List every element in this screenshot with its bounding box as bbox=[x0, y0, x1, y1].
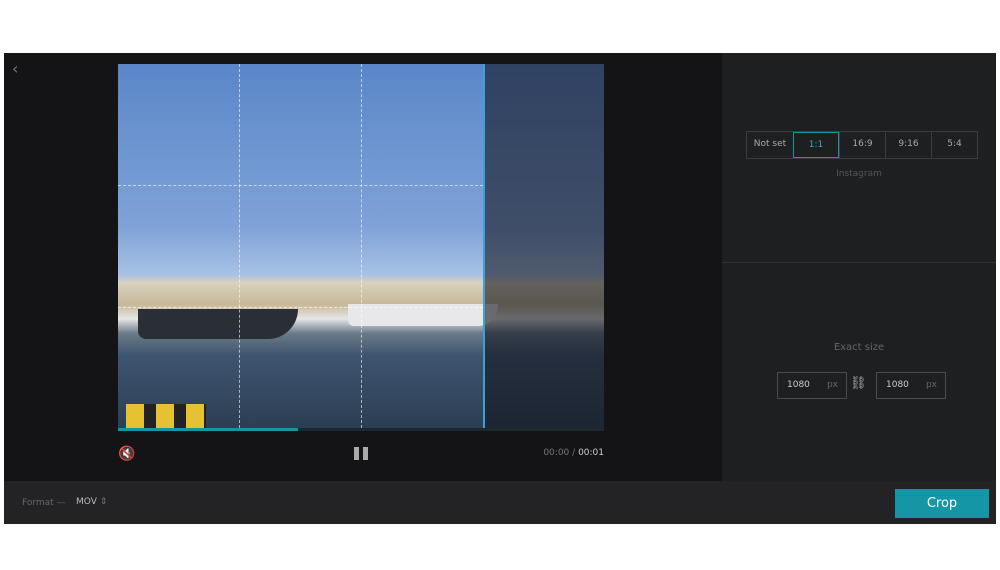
chain-link-icon[interactable]: ⛓ bbox=[850, 376, 867, 391]
height-value: 1080 bbox=[886, 380, 909, 390]
crop-grid-line bbox=[239, 64, 240, 428]
progress-bar[interactable] bbox=[118, 428, 604, 431]
duration: 00:01 bbox=[578, 448, 604, 458]
progress-fill bbox=[118, 428, 298, 431]
format-value: MOV bbox=[76, 497, 97, 507]
unit-label: px bbox=[925, 380, 937, 390]
format-select[interactable]: MOV ⇕ bbox=[76, 497, 107, 507]
aspect-option[interactable]: 1:1 bbox=[793, 132, 839, 158]
aspect-ratio-group: Not set 1:1 16:9 9:16 5:4 bbox=[746, 131, 978, 159]
height-input[interactable]: 1080 px bbox=[876, 372, 946, 399]
width-input[interactable]: 1080 px bbox=[777, 372, 847, 399]
pause-icon[interactable] bbox=[354, 447, 368, 460]
crop-grid-line bbox=[118, 307, 483, 308]
time-display: 00:00 / 00:01 bbox=[543, 448, 604, 458]
preset-label: Instagram bbox=[836, 169, 882, 179]
divider bbox=[722, 262, 996, 263]
current-time: 00:00 bbox=[543, 448, 570, 458]
settings-panel: Not set 1:1 16:9 9:16 5:4 Instagram Exact si… bbox=[722, 53, 996, 481]
video-pier bbox=[126, 404, 206, 428]
crop-grid-line bbox=[361, 64, 362, 428]
aspect-option[interactable]: Not set bbox=[747, 132, 793, 158]
time-separator: / bbox=[572, 448, 576, 458]
crop-handle-right[interactable] bbox=[483, 64, 604, 428]
width-value: 1080 bbox=[787, 380, 810, 390]
video-preview bbox=[118, 64, 604, 428]
aspect-option[interactable]: 9:16 bbox=[885, 132, 931, 158]
video-boat bbox=[138, 309, 298, 339]
chevron-left-icon[interactable]: ‹ bbox=[12, 59, 18, 78]
crop-grid-line bbox=[118, 185, 483, 186]
crop-button[interactable]: Crop bbox=[895, 489, 989, 518]
aspect-option[interactable]: 16:9 bbox=[839, 132, 885, 158]
app: ‹ 🔇 00:00 / 00:01 Not set 1:1 16:9 9:16 5:4 … bbox=[4, 53, 996, 524]
exact-size-title: Exact size bbox=[833, 342, 885, 353]
speaker-muted-icon[interactable]: 🔇 bbox=[118, 446, 135, 462]
updown-icon: ⇕ bbox=[99, 497, 108, 507]
footer-bar: Format — MOV ⇕ Crop bbox=[4, 481, 996, 524]
unit-label: px bbox=[826, 380, 838, 390]
video-panel: ‹ 🔇 00:00 / 00:01 bbox=[4, 53, 722, 481]
aspect-option[interactable]: 5:4 bbox=[931, 132, 977, 158]
format-label: Format — bbox=[22, 498, 66, 508]
